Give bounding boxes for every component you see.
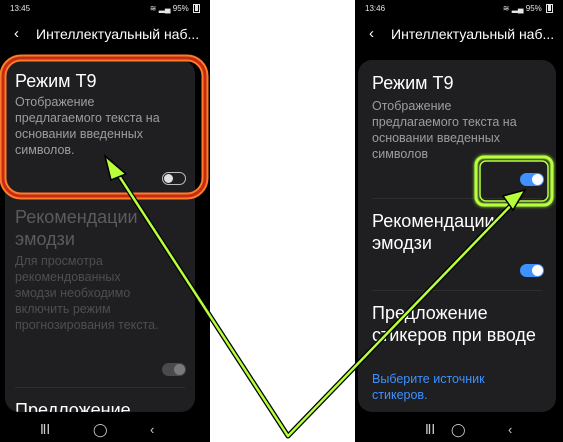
setting-title: Предложение стикеров при вводе [372,303,536,345]
navigation-bar: ⅡⅠ ◯ ‹ [0,418,210,442]
nav-back-icon[interactable]: ‹ [150,422,154,437]
signal-icon: ▂▄ [511,4,524,13]
back-arrow-icon[interactable]: ‹ [14,25,19,42]
toggle-knob [532,174,543,185]
setting-description: Для просмотра рекомендованных эмодзи нео… [15,254,159,332]
t9-toggle[interactable] [520,173,544,186]
divider [372,290,542,291]
settings-card: Режим T9 Отображение предлагаемого текст… [5,60,195,412]
setting-title: Рекомендации эмодзи [15,207,138,249]
settings-card: Режим T9 Отображение предлагаемого текст… [358,60,556,412]
battery-percent: 95% [525,4,542,13]
toggle-knob [174,364,185,375]
status-bar: 13:45 ≋ ▂▄ 95% [0,0,210,18]
screen-header: ‹ Интеллектуальный наб... [0,22,210,48]
status-bar: 13:46 ≋ ▂▄ 95% [355,0,563,18]
status-time: 13:46 [365,4,386,13]
sticker-source-link[interactable]: Выберите источник стикеров. [372,371,532,403]
status-icons: ≋ ▂▄ 95% [503,4,553,13]
toggle-knob [164,173,173,183]
home-icon[interactable]: ◯ [451,422,466,438]
setting-stickers-title[interactable]: Предложение [15,399,131,412]
emoji-toggle[interactable] [520,264,544,277]
page-title: Интеллектуальный наб... [391,26,555,42]
status-icons: ≋ ▂▄ 95% [150,4,200,13]
setting-title: Режим T9 [15,71,97,91]
divider [15,196,185,197]
nav-back-icon[interactable]: ‹ [508,422,512,437]
setting-title: Режим T9 [372,73,454,93]
back-arrow-icon[interactable]: ‹ [369,25,374,42]
screen-header: ‹ Интеллектуальный наб... [355,22,563,48]
status-time: 13:45 [10,4,31,13]
divider [15,387,185,388]
setting-title: Рекомендации эмодзи [372,211,495,253]
recent-apps-icon[interactable]: ⅡⅠ [40,422,50,438]
battery-icon [546,4,553,13]
battery-percent: 95% [172,4,189,13]
divider [372,198,542,199]
home-icon[interactable]: ◯ [93,422,108,438]
wifi-icon: ≋ [502,4,510,13]
page-title: Интеллектуальный наб... [36,26,200,42]
left-phone-screen: 13:45 ≋ ▂▄ 95% ‹ Интеллектуальный наб...… [0,0,210,442]
wifi-icon: ≋ [149,4,157,13]
signal-icon: ▂▄ [158,4,171,13]
t9-toggle[interactable] [162,172,186,185]
navigation-bar: ⅡⅠ ◯ ‹ [355,418,563,442]
battery-icon [193,4,200,13]
setting-description: Отображение предлагаемого текста на осно… [372,99,517,161]
toggle-knob [532,265,543,276]
emoji-toggle[interactable] [162,363,186,376]
setting-description: Отображение предлагаемого текста на осно… [15,95,160,157]
right-phone-screen: 13:46 ≋ ▂▄ 95% ‹ Интеллектуальный наб...… [355,0,563,442]
recent-apps-icon[interactable]: ⅡⅠ [425,422,435,438]
